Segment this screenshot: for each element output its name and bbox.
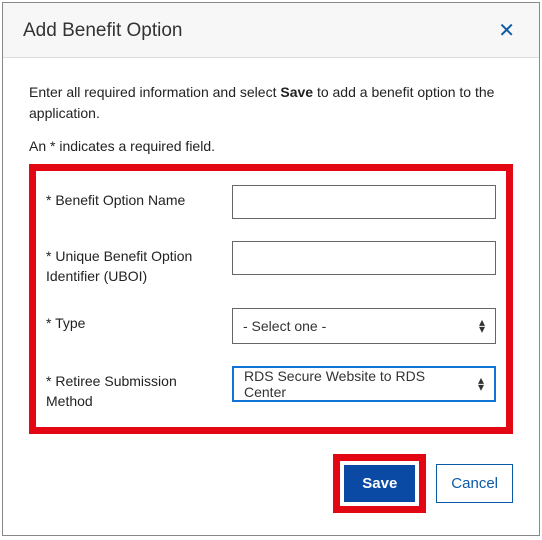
uboi-input[interactable]: [232, 241, 496, 275]
form-highlight-area: * Benefit Option Name * Unique Benefit O…: [29, 164, 513, 434]
chevron-sort-icon: ▴▾: [478, 377, 484, 391]
intro-text: Enter all required information and selec…: [29, 82, 513, 124]
save-highlight: Save: [333, 454, 426, 513]
uboi-label: * Unique Benefit Option Identifier (UBOI…: [46, 241, 216, 286]
submission-selected-value: RDS Secure Website to RDS Center: [244, 368, 466, 400]
field-row-type: * Type - Select one - ▴▾: [46, 308, 496, 344]
field-row-uboi: * Unique Benefit Option Identifier (UBOI…: [46, 241, 496, 286]
dialog-body: Enter all required information and selec…: [3, 58, 539, 535]
save-button[interactable]: Save: [344, 465, 415, 502]
field-row-submission: * Retiree Submission Method RDS Secure W…: [46, 366, 496, 411]
dialog-header: Add Benefit Option ✕: [3, 3, 539, 58]
type-selected-value: - Select one -: [243, 318, 326, 334]
submission-label: * Retiree Submission Method: [46, 366, 216, 411]
intro-pre: Enter all required information and selec…: [29, 84, 280, 100]
dialog-footer: Save Cancel: [29, 454, 513, 513]
required-hint: An * indicates a required field.: [29, 138, 513, 154]
intro-bold: Save: [280, 84, 313, 100]
chevron-sort-icon: ▴▾: [479, 319, 485, 333]
benefit-name-input[interactable]: [232, 185, 496, 219]
cancel-button[interactable]: Cancel: [436, 464, 513, 503]
submission-select[interactable]: RDS Secure Website to RDS Center ▴▾: [232, 366, 496, 402]
field-row-benefit-name: * Benefit Option Name: [46, 185, 496, 219]
close-icon[interactable]: ✕: [494, 19, 519, 43]
type-label: * Type: [46, 308, 216, 334]
benefit-name-label: * Benefit Option Name: [46, 185, 216, 211]
dialog-title: Add Benefit Option: [23, 20, 183, 42]
add-benefit-option-dialog: Add Benefit Option ✕ Enter all required …: [2, 2, 540, 536]
type-select[interactable]: - Select one - ▴▾: [232, 308, 496, 344]
